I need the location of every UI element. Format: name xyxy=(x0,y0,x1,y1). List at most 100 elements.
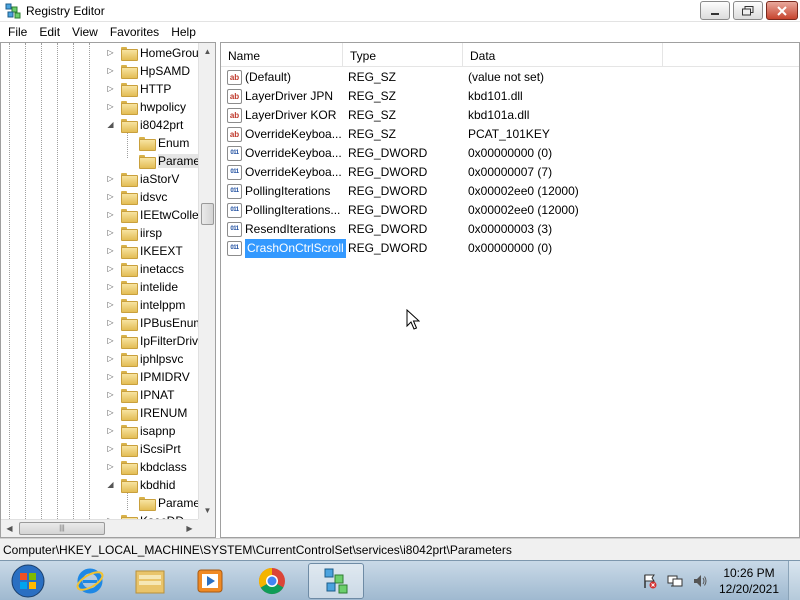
tree-item[interactable]: kbdhid xyxy=(121,476,175,494)
scroll-right-icon[interactable]: ▶ xyxy=(181,520,198,537)
registry-value-row[interactable]: 011 CrashOnCtrlScroll REG_DWORD 0x00000000 … xyxy=(221,238,799,259)
tree-expander-icon[interactable]: ◢ xyxy=(106,121,115,130)
tree-item[interactable]: HpSAMD xyxy=(121,62,190,80)
tree-item[interactable]: Parame xyxy=(139,494,198,512)
tree-item[interactable]: HTTP xyxy=(121,80,171,98)
tree-item[interactable]: intelide xyxy=(121,278,178,296)
tree-item[interactable]: IKEEXT xyxy=(121,242,183,260)
tree-item[interactable]: iScsiPrt xyxy=(121,440,181,458)
scroll-left-icon[interactable]: ◀ xyxy=(1,520,18,537)
tree-item[interactable]: kbdclass xyxy=(121,458,187,476)
tree-item[interactable]: IpFilterDriv xyxy=(121,332,198,350)
column-header-name[interactable]: Name xyxy=(221,43,343,67)
minimize-button[interactable] xyxy=(700,1,730,20)
folder-icon xyxy=(121,299,138,313)
tree-expander-icon[interactable]: ▷ xyxy=(106,445,115,454)
registry-value-row[interactable]: ab LayerDriver JPN REG_SZ kbd101.dll xyxy=(221,87,799,106)
tree-item[interactable]: IPNAT xyxy=(121,386,174,404)
clock-time: 10:26 PM xyxy=(723,566,775,580)
tree-item[interactable]: KsecDD xyxy=(121,512,184,519)
menu-edit[interactable]: Edit xyxy=(33,25,66,39)
registry-value-row[interactable]: 011 OverrideKeyboa... REG_DWORD 0x00000007 … xyxy=(221,163,799,182)
registry-value-row[interactable]: ab LayerDriver KOR REG_SZ kbd101a.dll xyxy=(221,106,799,125)
tree-horizontal-scrollbar[interactable]: ◀ ||| ▶ xyxy=(1,519,198,537)
menu-help[interactable]: Help xyxy=(165,25,202,39)
tree-item[interactable]: hwpolicy xyxy=(121,98,186,116)
tree-item[interactable]: isapnp xyxy=(121,422,175,440)
action-center-flag-icon[interactable] xyxy=(642,573,658,589)
registry-value-row[interactable]: 011 OverrideKeyboa... REG_DWORD 0x00000000 … xyxy=(221,144,799,163)
volume-icon[interactable] xyxy=(692,573,708,589)
tree-item-label: iirsp xyxy=(140,226,163,240)
tree-expander-icon[interactable]: ▷ xyxy=(106,373,115,382)
taskbar-file-explorer[interactable] xyxy=(122,563,178,599)
value-type: REG_SZ xyxy=(348,89,397,103)
values-list[interactable]: Name Type Data ab (Default) REG_SZ (value n… xyxy=(220,42,800,538)
system-clock[interactable]: 10:26 PM 12/20/2021 xyxy=(714,565,784,597)
tree-expander-icon[interactable]: ▷ xyxy=(106,319,115,328)
registry-value-row[interactable]: 011 PollingIterations REG_DWORD 0x00002ee0 … xyxy=(221,182,799,201)
scroll-up-icon[interactable]: ▲ xyxy=(199,43,215,60)
maximize-button[interactable] xyxy=(733,1,763,20)
registry-tree[interactable]: ▷ HomeGrou ▷ HpSAMD ▷ HTTP ▷ hwpolicy ◢ i8042prt E… xyxy=(0,42,216,538)
scroll-thumb[interactable] xyxy=(201,203,214,225)
tree-item[interactable]: IEEtwColle xyxy=(121,206,198,224)
network-icon[interactable] xyxy=(667,573,683,589)
scroll-down-icon[interactable]: ▼ xyxy=(199,502,215,519)
show-desktop-button[interactable] xyxy=(788,561,800,600)
taskbar-internet-explorer[interactable] xyxy=(62,563,118,599)
tree-expander-icon[interactable]: ▷ xyxy=(106,463,115,472)
tree-item[interactable]: inetaccs xyxy=(121,260,184,278)
tree-item[interactable]: iaStorV xyxy=(121,170,179,188)
tree-expander-icon[interactable]: ▷ xyxy=(106,85,115,94)
tree-item[interactable]: intelppm xyxy=(121,296,185,314)
registry-value-row[interactable]: 011 ResendIterations REG_DWORD 0x00000003 (… xyxy=(221,220,799,239)
start-button[interactable] xyxy=(2,563,54,599)
registry-value-row[interactable]: ab (Default) REG_SZ (value not set) xyxy=(221,68,799,87)
menu-file[interactable]: File xyxy=(2,25,33,39)
tree-expander-icon[interactable]: ▷ xyxy=(106,391,115,400)
close-button[interactable] xyxy=(766,1,798,20)
tree-expander-icon[interactable]: ▷ xyxy=(106,409,115,418)
tree-item[interactable]: i8042prt xyxy=(121,116,183,134)
taskbar-registry-editor[interactable] xyxy=(308,563,364,599)
hscroll-thumb[interactable]: ||| xyxy=(19,522,105,535)
tree-expander-icon[interactable]: ▷ xyxy=(106,355,115,364)
tree-item[interactable]: iphlpsvc xyxy=(121,350,183,368)
tree-expander-icon[interactable]: ▷ xyxy=(106,103,115,112)
tree-expander-icon[interactable]: ▷ xyxy=(106,427,115,436)
registry-value-row[interactable]: 011 PollingIterations... REG_DWORD 0x00002e… xyxy=(221,201,799,220)
tree-expander-icon[interactable]: ▷ xyxy=(106,265,115,274)
tree-expander-icon[interactable]: ▷ xyxy=(106,49,115,58)
tree-vertical-scrollbar[interactable]: ▲ ▼ xyxy=(198,43,215,519)
tree-expander-icon[interactable]: ▷ xyxy=(106,247,115,256)
column-header-data[interactable]: Data xyxy=(463,43,663,67)
folder-icon xyxy=(139,155,156,169)
tree-item[interactable]: IPBusEnum xyxy=(121,314,198,332)
tree-expander-icon[interactable]: ▷ xyxy=(106,67,115,76)
tree-item[interactable]: IRENUM xyxy=(121,404,187,422)
tree-item[interactable]: IPMIDRV xyxy=(121,368,190,386)
tree-item[interactable]: iirsp xyxy=(121,224,162,242)
registry-value-row[interactable]: ab OverrideKeyboa... REG_SZ PCAT_101KEY xyxy=(221,125,799,144)
value-type: REG_DWORD xyxy=(348,146,428,160)
tree-item[interactable]: HomeGrou xyxy=(121,44,198,62)
tree-expander-icon[interactable]: ▷ xyxy=(106,337,115,346)
menu-favorites[interactable]: Favorites xyxy=(104,25,165,39)
tree-item[interactable]: Enum xyxy=(139,134,189,152)
tree-item[interactable]: Parame xyxy=(139,152,198,170)
tree-expander-icon[interactable]: ▷ xyxy=(106,193,115,202)
tree-item[interactable]: idsvc xyxy=(121,188,167,206)
tree-expander-icon[interactable]: ▷ xyxy=(106,211,115,220)
tree-guide-line xyxy=(73,43,74,519)
tree-expander-icon[interactable]: ▷ xyxy=(106,175,115,184)
menu-view[interactable]: View xyxy=(66,25,104,39)
column-header-type[interactable]: Type xyxy=(343,43,463,67)
tree-expander-icon[interactable]: ▷ xyxy=(106,301,115,310)
tree-expander-icon[interactable]: ▷ xyxy=(106,283,115,292)
taskbar-chrome[interactable] xyxy=(244,563,300,599)
tree-item-label: kbdhid xyxy=(140,478,176,492)
tree-expander-icon[interactable]: ◢ xyxy=(106,481,115,490)
tree-expander-icon[interactable]: ▷ xyxy=(106,229,115,238)
taskbar-media-player[interactable] xyxy=(182,563,238,599)
